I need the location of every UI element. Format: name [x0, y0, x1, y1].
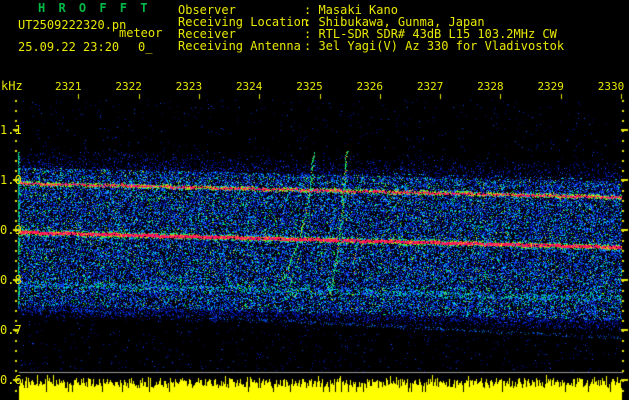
time-tick-label: 2323	[175, 80, 203, 93]
time-tick-label: 2328	[477, 80, 504, 93]
freq-tick-label: 1.1	[0, 123, 22, 137]
freq-tick-label: 1.0	[0, 173, 22, 187]
freq-tick-label: 0.6	[0, 373, 22, 387]
time-tick-label: 2326	[356, 80, 384, 93]
freq-axis-unit: kHz	[1, 79, 23, 93]
time-tick-label: 2322	[115, 80, 142, 93]
time-tick-label: 2321	[55, 80, 82, 93]
header-fields: Observer: Masaki Kano Receiving Location:…	[178, 4, 565, 53]
app-title: H R O F F T	[38, 1, 151, 15]
header-field-row: Receiving Antenna: 3el Yagi(V) Az 330 fo…	[178, 39, 565, 53]
spectrogram-canvas	[0, 0, 629, 400]
time-tick-label: 2325	[296, 80, 323, 93]
header-field-value: : 3el Yagi(V) Az 330 for Vladivostok	[304, 39, 565, 53]
time-tick-label: 2327	[416, 80, 444, 93]
time-tick-label: 2329	[537, 80, 564, 93]
time-tick-label: 2324	[235, 80, 263, 93]
output-filename: UT2509222320.pn	[18, 18, 127, 32]
freq-tick-label: 0.7	[0, 323, 22, 337]
echo-counter: 0_	[138, 40, 153, 54]
header-field-label: Receiving Antenna	[178, 39, 301, 53]
hrofft-window: H R O F F T UT2509222320.pn meteor 25.09…	[0, 0, 629, 400]
freq-tick-label: 0.9	[0, 223, 22, 237]
station-name: meteor	[119, 26, 163, 40]
freq-tick-label: 0.8	[0, 273, 22, 287]
time-tick-label: 2330	[597, 80, 625, 93]
date-time: 25.09.22 23:20	[18, 40, 120, 54]
